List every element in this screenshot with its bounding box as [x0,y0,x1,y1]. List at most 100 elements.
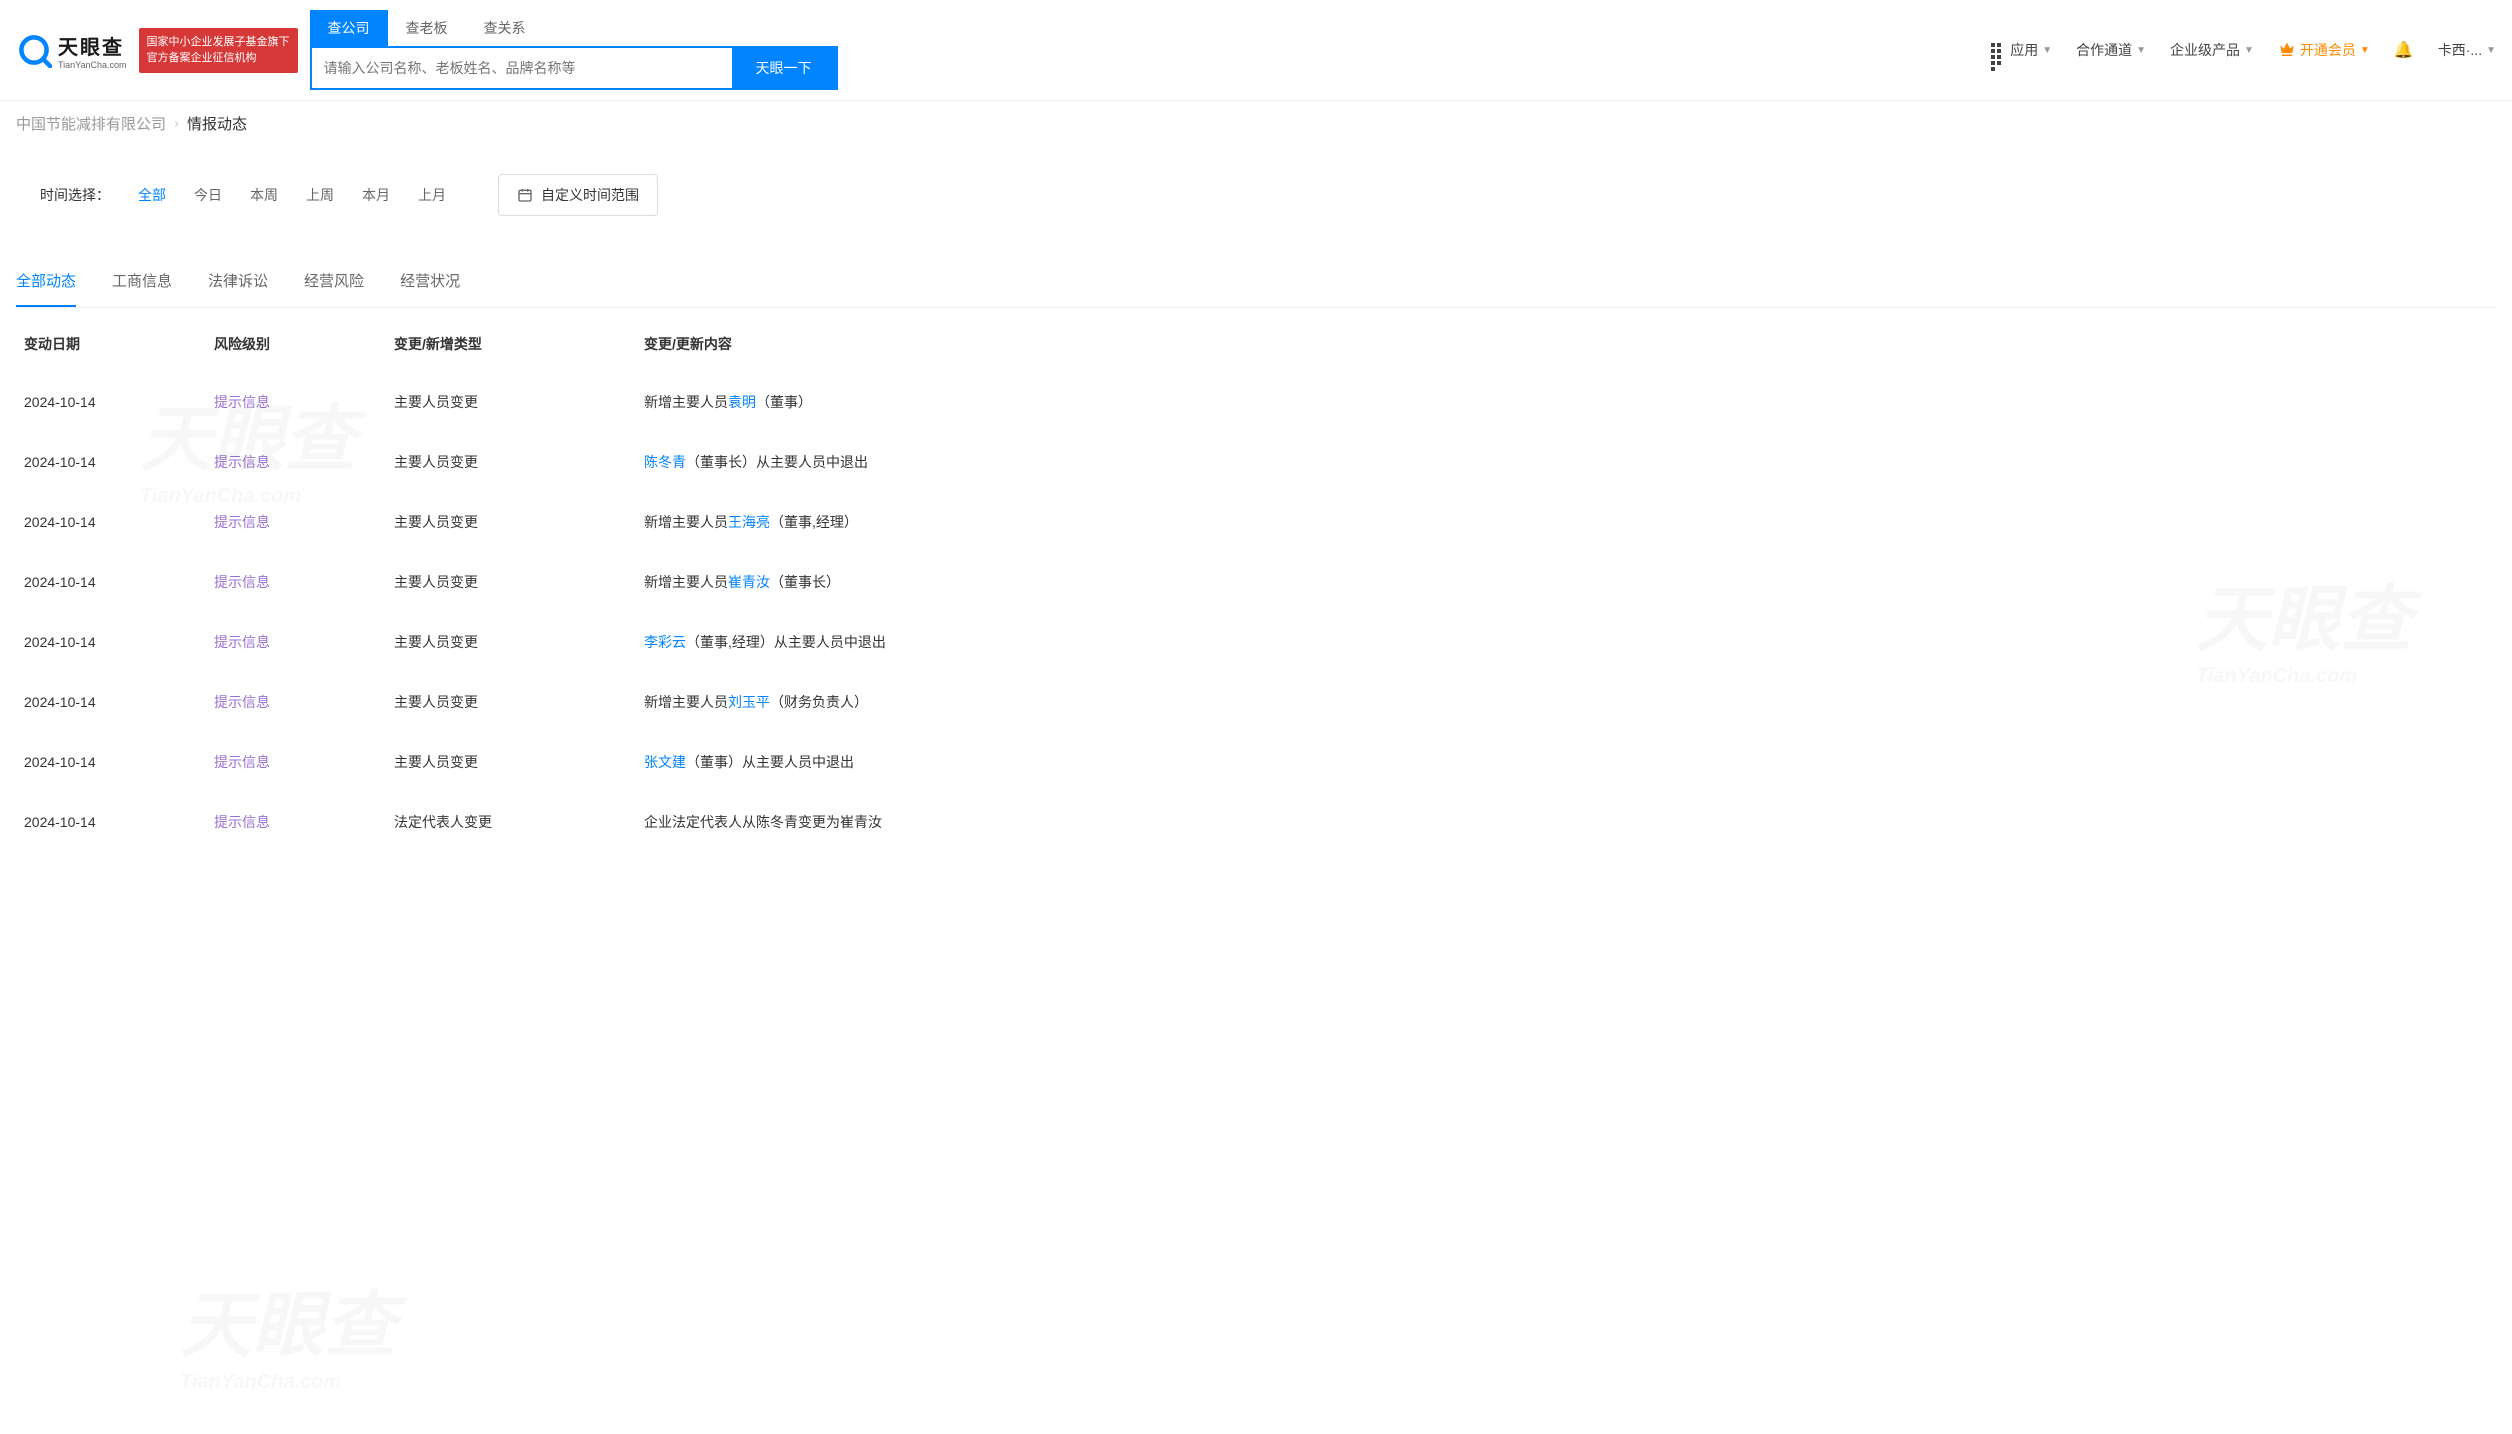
cell-risk: 提示信息 [206,732,386,792]
filter-label: 时间选择： [40,185,110,205]
breadcrumb-current: 情报动态 [187,113,247,134]
cell-date: 2024-10-14 [16,432,206,492]
chevron-down-icon: ▼ [2360,45,2370,56]
cell-type: 主要人员变更 [386,552,636,612]
search-tab-relation[interactable]: 查关系 [466,10,544,46]
filter-all[interactable]: 全部 [138,185,166,205]
search-tabs: 查公司 查老板 查关系 [310,10,838,46]
person-link[interactable]: 刘玉平 [728,694,770,710]
nav-cooperation[interactable]: 合作通道 ▼ [2076,40,2146,60]
chevron-right-icon: › [174,115,179,132]
cell-date: 2024-10-14 [16,732,206,792]
person-link[interactable]: 陈冬青 [644,454,686,470]
table-row: 2024-10-14 提示信息 主要人员变更新增主要人员崔青汝（董事长） [16,552,2496,612]
table-row: 2024-10-14 提示信息 主要人员变更李彩云（董事,经理）从主要人员中退出 [16,612,2496,672]
cell-risk: 提示信息 [206,612,386,672]
cell-risk: 提示信息 [206,372,386,432]
nav-notifications[interactable]: 🔔 [2394,40,2414,60]
search-button[interactable]: 天眼一下 [732,48,836,88]
person-link[interactable]: 张文建 [644,754,686,770]
nav-enterprise[interactable]: 企业级产品 ▼ [2170,40,2254,60]
search-container: 查公司 查老板 查关系 天眼一下 [310,10,838,90]
calendar-icon [517,187,533,203]
cell-risk: 提示信息 [206,552,386,612]
th-type: 变更/新增类型 [386,316,636,372]
nav-vip[interactable]: 开通会员 ▼ [2278,40,2370,60]
search-input[interactable] [312,48,732,88]
person-link[interactable]: 李彩云 [644,634,686,650]
nav-right: 应用 ▼ 合作通道 ▼ 企业级产品 ▼ 开通会员 ▼ 🔔 卡西·... ▼ [1990,40,2496,60]
logo-text-en: TianYanCha.com [58,60,127,70]
risk-tag: 提示信息 [214,694,270,710]
logo[interactable]: 天眼查 TianYanCha.com [16,31,127,70]
th-risk: 风险级别 [206,316,386,372]
filter-today[interactable]: 今日 [194,185,222,205]
risk-tag: 提示信息 [214,394,270,410]
filter-lastweek[interactable]: 上周 [306,185,334,205]
th-content: 变更/更新内容 [636,316,2496,372]
breadcrumb: 中国节能减排有限公司 › 情报动态 [0,101,2512,146]
tab-all[interactable]: 全部动态 [16,262,76,307]
logo-text-cn: 天眼查 [58,31,127,60]
cell-date: 2024-10-14 [16,552,206,612]
table-row: 2024-10-14提示信息法定代表人变更企业法定代表人从陈冬青变更为崔青汝 [16,792,2496,852]
cell-type: 主要人员变更 [386,732,636,792]
table-row: 2024-10-14提示信息主要人员变更新增主要人员王海亮（董事,经理） [16,492,2496,552]
watermark: 天眼查TianYanCha.com [180,1266,396,1394]
apps-icon [1990,42,2006,58]
risk-tag: 提示信息 [214,514,270,530]
table-row: 2024-10-14 提示信息 主要人员变更新增主要人员袁明（董事） [16,372,2496,432]
filter-lastmonth[interactable]: 上月 [418,185,446,205]
cell-date: 2024-10-14 [16,792,206,852]
cell-date: 2024-10-14 [16,612,206,672]
cell-content: 新增主要人员崔青汝（董事长） [636,552,2496,612]
crown-icon [2278,41,2296,59]
cell-risk: 提示信息 [206,672,386,732]
tab-legal[interactable]: 法律诉讼 [208,262,268,307]
logo-icon [16,32,52,68]
table-row: 2024-10-14 提示信息 主要人员变更张文建（董事）从主要人员中退出 [16,732,2496,792]
risk-tag: 提示信息 [214,454,270,470]
cell-content: 新增主要人员刘玉平（财务负责人） [636,672,2496,732]
cell-content: 企业法定代表人从陈冬青变更为崔青汝 [636,792,2496,852]
custom-date-range-button[interactable]: 自定义时间范围 [498,174,658,216]
search-tab-boss[interactable]: 查老板 [388,10,466,46]
breadcrumb-company[interactable]: 中国节能减排有限公司 [16,113,166,134]
search-box: 天眼一下 [310,46,838,90]
risk-tag: 提示信息 [214,814,270,830]
tab-risk[interactable]: 经营风险 [304,262,364,307]
bell-icon: 🔔 [2394,40,2414,60]
tab-operation[interactable]: 经营状况 [400,262,460,307]
table-row: 2024-10-14提示信息主要人员变更新增主要人员刘玉平（财务负责人） [16,672,2496,732]
th-date: 变动日期 [16,316,206,372]
cell-date: 2024-10-14 [16,372,206,432]
tab-business[interactable]: 工商信息 [112,262,172,307]
nav-apps[interactable]: 应用 ▼ [1990,40,2052,60]
person-link[interactable]: 袁明 [728,394,756,410]
chevron-down-icon: ▼ [2486,45,2496,56]
chevron-down-icon: ▼ [2136,45,2146,56]
person-link[interactable]: 王海亮 [728,514,770,530]
filter-thismonth[interactable]: 本月 [362,185,390,205]
header: 天眼查 TianYanCha.com 国家中小企业发展子基金旗下 官方备案企业征… [0,0,2512,101]
person-link[interactable]: 崔青汝 [728,574,770,590]
cell-risk: 提示信息 [206,492,386,552]
filter-thisweek[interactable]: 本周 [250,185,278,205]
risk-tag: 提示信息 [214,634,270,650]
cell-content: 新增主要人员袁明（董事） [636,372,2496,432]
category-tabs: 全部动态 工商信息 法律诉讼 经营风险 经营状况 [16,244,2496,308]
cell-content: 新增主要人员王海亮（董事,经理） [636,492,2496,552]
nav-user[interactable]: 卡西·... ▼ [2438,40,2496,60]
cell-type: 主要人员变更 [386,432,636,492]
risk-tag: 提示信息 [214,754,270,770]
chevron-down-icon: ▼ [2042,45,2052,56]
risk-tag: 提示信息 [214,574,270,590]
cell-content: 李彩云（董事,经理）从主要人员中退出 [636,612,2496,672]
official-badge: 国家中小企业发展子基金旗下 官方备案企业征信机构 [139,28,298,73]
cell-content: 张文建（董事）从主要人员中退出 [636,732,2496,792]
cell-type: 主要人员变更 [386,492,636,552]
search-tab-company[interactable]: 查公司 [310,10,388,46]
cell-type: 主要人员变更 [386,612,636,672]
cell-risk: 提示信息 [206,792,386,852]
cell-type: 主要人员变更 [386,372,636,432]
